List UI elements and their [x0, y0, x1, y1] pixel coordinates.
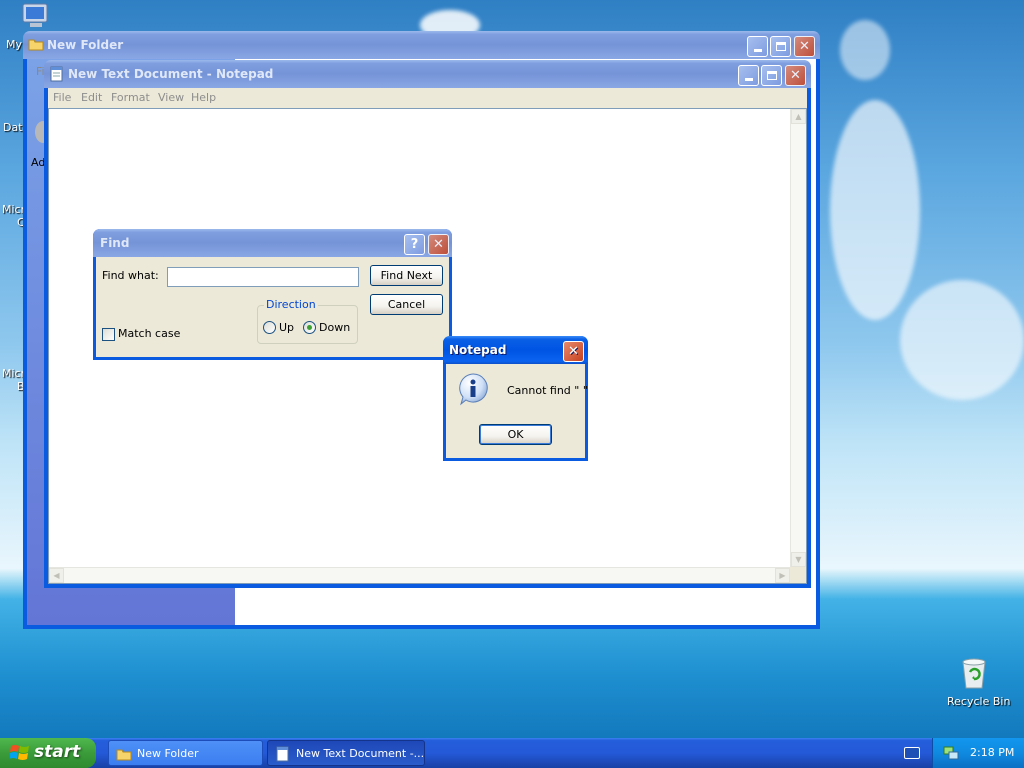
radio-up-label: Up [279, 321, 295, 334]
radio-up[interactable] [263, 321, 276, 334]
start-button[interactable]: start [0, 738, 96, 768]
match-case-label: Match case [118, 327, 181, 340]
desktop-icon-my-computer[interactable] [20, 2, 56, 32]
radio-down-label: Down [319, 321, 351, 334]
maximize-icon [775, 42, 786, 51]
dialog-title: Find [100, 236, 130, 250]
scroll-left-arrow[interactable]: ◀ [49, 568, 64, 583]
desktop-icon-label: Recycle Bin [947, 695, 1011, 708]
scroll-up-arrow[interactable]: ▲ [791, 109, 806, 124]
folder-icon [28, 39, 44, 51]
notepad-menubar: File Edit Format View Help [48, 88, 807, 108]
menu-help[interactable]: Help [191, 91, 216, 104]
help-button[interactable]: ? [404, 234, 425, 255]
cancel-button[interactable]: Cancel [370, 294, 443, 315]
vertical-scrollbar[interactable]: ▲ ▼ [790, 109, 806, 567]
find-next-button[interactable]: Find Next [370, 265, 443, 286]
desktop-icon-label: My [6, 38, 23, 51]
find-dialog: Find ? ✕ Find what: Find Next Cancel Dir… [93, 229, 452, 360]
taskbar: start New Folder New Text Document -... … [0, 738, 1024, 768]
explorer-titlebar[interactable]: New Folder ✕ [23, 31, 820, 59]
find-what-label: Find what: [102, 269, 159, 282]
message-text: Cannot find " " [507, 384, 588, 397]
radio-down[interactable] [303, 321, 316, 334]
taskbar-button-notepad[interactable]: New Text Document -... [267, 740, 425, 766]
folder-icon [116, 749, 132, 761]
ok-button[interactable]: OK [479, 424, 552, 445]
maximize-icon [766, 71, 777, 80]
notepad-titlebar[interactable]: New Text Document - Notepad ✕ [44, 60, 811, 88]
message-box: Notepad ✕ Cannot find " " OK [443, 336, 588, 461]
menu-edit[interactable]: Edit [81, 91, 102, 104]
close-icon: ✕ [433, 237, 444, 252]
maximize-button[interactable] [761, 65, 782, 86]
task-label: New Text Document -... [296, 746, 425, 760]
cloud [840, 20, 890, 80]
scroll-down-arrow[interactable]: ▼ [791, 552, 806, 567]
close-icon: ✕ [568, 344, 579, 359]
menu-format[interactable]: Format [111, 91, 150, 104]
close-button[interactable]: ✕ [563, 341, 584, 362]
find-dialog-body: Find what: Find Next Cancel Direction Up… [96, 257, 449, 357]
minimize-button[interactable] [747, 36, 768, 57]
close-button[interactable]: ✕ [785, 65, 806, 86]
minimize-icon [753, 49, 762, 52]
menu-view[interactable]: View [158, 91, 184, 104]
recycle-bin-icon [962, 658, 986, 689]
find-what-input[interactable] [167, 267, 359, 287]
keyboard-icon[interactable] [904, 747, 920, 759]
close-icon: ✕ [799, 39, 810, 54]
system-tray: 2:18 PM [932, 738, 1024, 768]
scroll-right-arrow[interactable]: ▶ [775, 568, 790, 583]
start-label: start [34, 742, 81, 762]
window-title: New Text Document - Notepad [68, 67, 274, 81]
resize-grip-icon[interactable] [790, 567, 806, 583]
windows-logo-icon [10, 745, 29, 760]
notepad-icon [50, 66, 63, 82]
notepad-icon [276, 746, 289, 762]
cloud [830, 100, 920, 320]
direction-label: Direction [264, 298, 318, 311]
desktop-icon-label: Micr [2, 203, 26, 216]
find-titlebar[interactable]: Find ? ✕ [93, 229, 452, 257]
desktop-icon-recycle-bin[interactable] [958, 656, 990, 690]
cloud [900, 280, 1024, 400]
minimize-icon [744, 78, 753, 81]
taskbar-button-new-folder[interactable]: New Folder [108, 740, 263, 766]
horizontal-scrollbar[interactable]: ◀ ▶ [49, 567, 790, 583]
my-computer-icon [22, 3, 48, 27]
close-button[interactable]: ✕ [794, 36, 815, 57]
menu-file[interactable]: File [53, 91, 71, 104]
task-label: New Folder [137, 746, 199, 760]
clock[interactable]: 2:18 PM [970, 746, 1014, 759]
desktop-icon-label: Micr [2, 367, 26, 380]
close-icon: ✕ [790, 68, 801, 83]
message-box-titlebar[interactable]: Notepad ✕ [443, 336, 588, 364]
match-case-checkbox[interactable] [102, 328, 115, 341]
close-button[interactable]: ✕ [428, 234, 449, 255]
network-icon[interactable] [943, 745, 959, 761]
desktop-icon-label: Dat [3, 121, 23, 134]
minimize-button[interactable] [738, 65, 759, 86]
help-icon: ? [410, 237, 419, 252]
dialog-title: Notepad [449, 343, 507, 357]
maximize-button[interactable] [770, 36, 791, 57]
window-title: New Folder [47, 38, 124, 52]
message-box-body: Cannot find " " OK [446, 364, 588, 458]
information-icon [459, 373, 488, 406]
radio-selected-dot [307, 325, 312, 330]
